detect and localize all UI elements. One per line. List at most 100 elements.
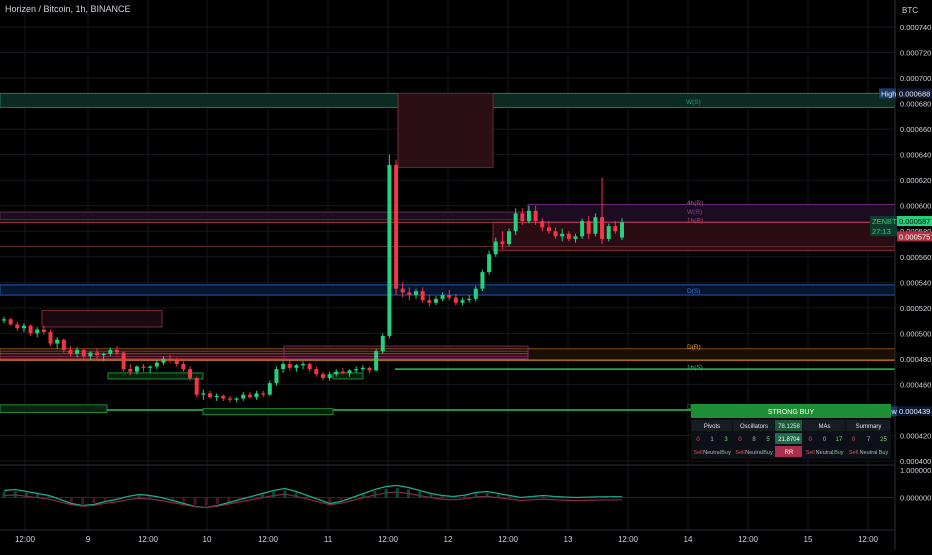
time-tick-label: 12:00	[738, 535, 759, 544]
candle-body	[288, 364, 292, 368]
candle-body	[148, 367, 152, 368]
osc-bar	[306, 496, 309, 498]
osc-bar	[553, 497, 556, 498]
candle-body	[108, 350, 112, 354]
table-label-sell: Sell	[806, 450, 815, 456]
price-tick-label: 0.000400	[900, 457, 931, 466]
four-hour-r-zone	[528, 204, 895, 222]
candle-body	[427, 300, 431, 303]
label-1h-s: 1h(S)	[687, 365, 703, 372]
time-tick-label: 14	[684, 535, 693, 544]
candle-body	[554, 231, 558, 236]
candle-body	[142, 367, 146, 368]
candle-body	[387, 165, 391, 336]
candle-body	[414, 291, 418, 295]
osc-bar	[474, 494, 477, 498]
time-tick-label: 12	[444, 535, 453, 544]
osc-bar	[14, 491, 17, 497]
candle-body	[181, 364, 185, 369]
price-tick-label: 0.000600	[900, 202, 931, 211]
candle-body	[507, 231, 511, 244]
price-tick-label: 0.000500	[900, 329, 931, 338]
candle-body	[29, 326, 33, 334]
high-tag: High	[881, 89, 896, 98]
osc-bar	[70, 498, 73, 503]
candle-body	[613, 226, 617, 231]
osc-bar	[182, 498, 185, 503]
candle-body	[195, 378, 199, 395]
price-tick-label: 0.000480	[900, 355, 931, 364]
osc-bar	[126, 497, 129, 498]
candle-body	[82, 350, 86, 356]
candle-body	[514, 213, 518, 231]
price-tick-label: 0.000720	[900, 49, 931, 58]
osc-bar	[171, 498, 174, 500]
currency-label: BTC	[902, 6, 918, 15]
red-level-badge: 0.000575	[899, 232, 930, 241]
candle-body	[527, 211, 531, 221]
candle-body	[2, 319, 6, 320]
price-tick-label: 0.000680	[900, 100, 931, 109]
candle-body	[88, 353, 92, 357]
candle-body	[228, 398, 232, 399]
label-daily-s-blue: D(S)	[687, 288, 700, 295]
table-col-header: Summary	[856, 424, 882, 430]
osc-bar	[418, 492, 421, 498]
table-label-buy: Buy	[879, 450, 889, 456]
high-value-badge: 0.000688	[899, 89, 930, 98]
table-value: 21.8704	[778, 437, 800, 443]
table-title: STRONG BUY	[768, 409, 815, 416]
candle-body	[447, 295, 451, 298]
candle-body	[175, 360, 179, 364]
osc-bar	[328, 498, 331, 503]
price-tick-label: 0.000540	[900, 278, 931, 287]
osc-bar	[137, 495, 140, 497]
candle-body	[520, 213, 524, 221]
osc-bar	[429, 494, 432, 497]
left-demand-box	[42, 310, 162, 327]
candle-body	[9, 319, 13, 324]
osc-bar	[621, 497, 624, 498]
label-weekly-s: W(S)	[686, 99, 701, 106]
osc-mid-tick: 0.000000	[900, 494, 931, 503]
candle-body	[434, 299, 438, 303]
chart-background	[0, 0, 932, 550]
table-count-buy: 25	[880, 437, 887, 443]
osc-bar	[261, 494, 264, 497]
osc-bar	[149, 496, 152, 498]
candle-body	[274, 369, 278, 383]
chart-root: W(S)4h(R)W(R)1h(R)D(S)D(R)1h(S)D(S) 0.00…	[0, 0, 932, 550]
candle-body	[367, 368, 371, 371]
candle-body	[314, 369, 318, 374]
candle-body	[587, 221, 591, 234]
candle-body	[135, 367, 139, 372]
table-subvalue: RR	[785, 450, 794, 456]
summary-table: STRONG BUYPivotsOscillators78.1258MAsSum…	[691, 404, 891, 459]
osc-bar	[441, 496, 444, 498]
candle-body	[268, 383, 272, 394]
candle-body	[354, 369, 358, 370]
candle-body	[560, 234, 564, 237]
price-tick-label: 0.000660	[900, 125, 931, 134]
time-tick-label: 12:00	[618, 535, 639, 544]
table-col-header: MAs	[819, 424, 831, 430]
candle-body	[620, 222, 624, 237]
candle-body	[201, 393, 205, 394]
osc-bar	[283, 490, 286, 497]
price-chart[interactable]: W(S)4h(R)W(R)1h(R)D(S)D(R)1h(S)D(S) 0.00…	[0, 0, 932, 550]
table-label-neutral: Neutral	[816, 450, 834, 456]
table-col-header: Pivots	[704, 424, 720, 430]
candle-body	[407, 293, 411, 296]
time-tick-label: 12:00	[138, 535, 159, 544]
table-label-neutral: Neutral	[703, 450, 721, 456]
osc-bar	[3, 492, 6, 498]
candle-body	[208, 393, 212, 397]
weekly-s-band	[0, 285, 895, 295]
osc-bar	[497, 494, 500, 497]
candle-body	[75, 350, 79, 354]
candle-body	[235, 398, 239, 399]
table-label-sell: Sell	[849, 450, 858, 456]
table-label-neutral: Neutral	[745, 450, 763, 456]
candle-body	[328, 374, 332, 378]
candle-body	[248, 395, 252, 398]
